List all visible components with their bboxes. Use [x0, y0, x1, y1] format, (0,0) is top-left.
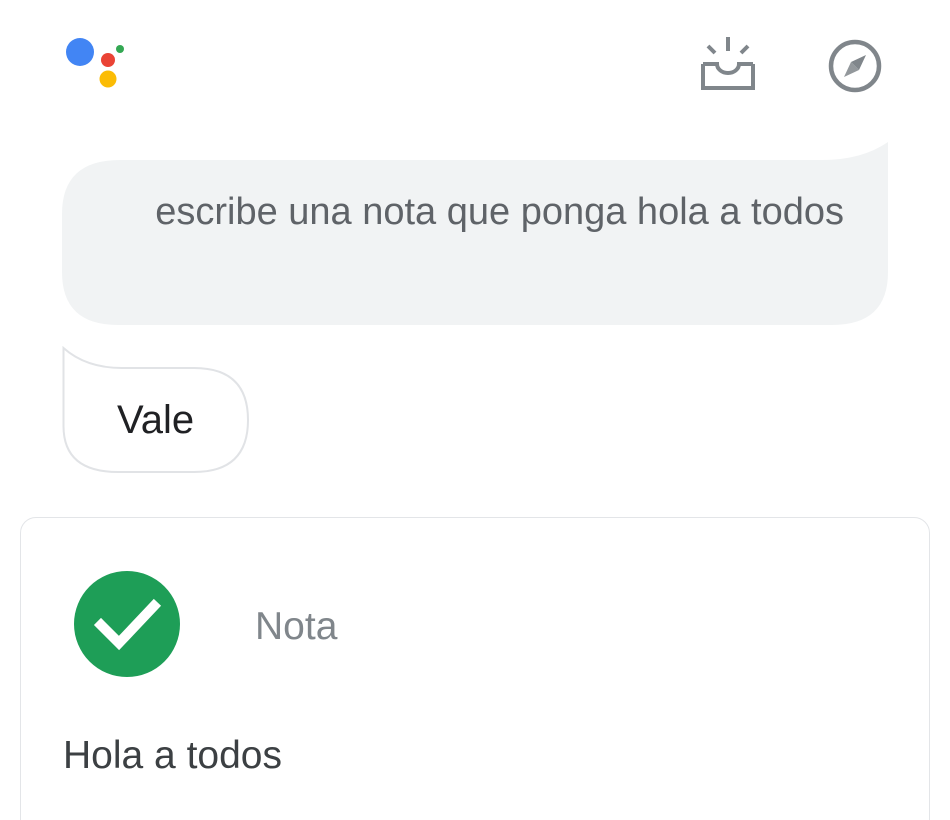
- google-assistant-logo-icon: [62, 34, 128, 94]
- assistant-reply-text: Vale: [117, 398, 195, 442]
- note-content-text: Hola a todos: [63, 734, 282, 777]
- note-card[interactable]: Nota Hola a todos: [20, 517, 930, 820]
- user-query-bubble: escribe una nota que ponga hola a todos: [62, 142, 888, 327]
- updates-tray-icon: [701, 37, 755, 90]
- compass-icon: [828, 39, 882, 93]
- note-card-title: Nota: [255, 605, 338, 648]
- updates-button[interactable]: [697, 34, 759, 94]
- explore-button[interactable]: [824, 36, 886, 96]
- assistant-reply-bubble: Vale: [62, 346, 252, 476]
- user-query-text: escribe una nota que ponga hola a todos: [155, 191, 844, 233]
- assistant-screen: escribe una nota que ponga hola a todos …: [0, 0, 950, 820]
- check-circle-icon: [73, 570, 181, 678]
